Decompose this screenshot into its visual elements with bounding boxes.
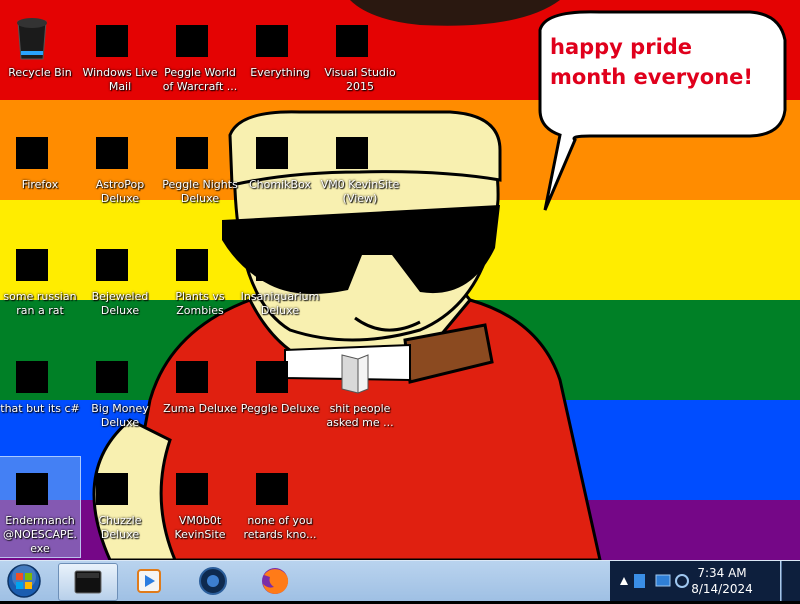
chuzzle-icon — [96, 473, 128, 505]
media-player-icon — [137, 569, 161, 593]
desktop-icon-vm0-kevinsite-view[interactable]: VM0 KevinSite (View) — [320, 121, 400, 221]
desktop-icon-label: Peggle World of Warcraft ... — [162, 66, 238, 93]
desktop-icon-label: that but its c# — [0, 402, 80, 415]
desktop-icon-label: none of you retards kno... — [243, 514, 317, 541]
desktop-icon-label: Everything — [250, 66, 310, 79]
tray-icons — [620, 574, 689, 588]
firefox-icon — [16, 137, 48, 169]
speech-bubble-text: happy pride month everyone! — [550, 35, 753, 89]
folder-icon — [16, 361, 48, 393]
clock-time: 7:34 AM — [697, 566, 747, 580]
desktop-icon-label: some russian ran a rat — [3, 290, 77, 317]
desktop-icon-everything[interactable]: Everything — [240, 9, 320, 109]
firefox-icon — [262, 568, 289, 594]
insaniquarium-icon — [256, 249, 288, 281]
desktop-icon-endermanch-noescape[interactable]: Endermanch @NOESCAPE. exe — [0, 456, 81, 558]
desktop-icon-bejeweled-deluxe[interactable]: Bejeweled Deluxe — [80, 233, 160, 333]
desktop-icon-chuzzle-deluxe[interactable]: Chuzzle Deluxe — [80, 457, 160, 557]
peggle-nights-icon — [176, 137, 208, 169]
desktop-icon-label: Peggle Nights Deluxe — [162, 178, 238, 205]
desktop-icon-peggle-deluxe[interactable]: Peggle Deluxe — [240, 345, 320, 445]
network-icon — [655, 574, 671, 587]
recycle-bin-icon — [17, 18, 47, 60]
system-clock[interactable]: 7:34 AM 8/14/2024 — [686, 565, 758, 597]
taskbar-button-firefox[interactable] — [246, 563, 304, 599]
desktop-icon-label: VM0 KevinSite (View) — [320, 178, 400, 205]
taskbar-button-app[interactable] — [184, 563, 242, 599]
desktop-icon-label: Plants vs Zombies — [175, 290, 225, 317]
desktop-icon-label: Visual Studio 2015 — [324, 66, 396, 93]
desktop-icon-label: Insaniquarium Deluxe — [240, 290, 320, 317]
desktop-icon-insaniquarium-deluxe[interactable]: Insaniquarium Deluxe — [240, 233, 320, 333]
desktop-icon-label: AstroPop Deluxe — [95, 178, 145, 205]
desktop-icon-label: Windows Live Mail — [82, 66, 158, 93]
peggle-deluxe-icon — [256, 361, 288, 393]
clock-date: 8/14/2024 — [691, 582, 753, 596]
desktop-icon-that-but-its-csharp[interactable]: that but its c# — [0, 345, 80, 445]
start-button[interactable] — [4, 563, 44, 599]
desktop-icon-label: shit people asked me ... — [326, 402, 394, 429]
executable-icon — [16, 473, 48, 505]
desktop-icon-windows-live-mail[interactable]: Windows Live Mail — [80, 9, 160, 109]
search-app-icon — [256, 25, 288, 57]
visual-studio-icon — [336, 25, 368, 57]
desktop-icon-big-money-deluxe[interactable]: Big Money Deluxe — [80, 345, 160, 445]
vm-icon — [176, 473, 208, 505]
desktop-icon-peggle-world-of-warcraft[interactable]: Peggle World of Warcraft ... — [160, 9, 240, 109]
vm-icon — [336, 137, 368, 169]
desktop-icon-vm0b0t-kevinsite[interactable]: VM0b0t KevinSite — [160, 457, 240, 557]
desktop-icon-astropop-deluxe[interactable]: AstroPop Deluxe — [80, 121, 160, 221]
mail-icon — [96, 25, 128, 57]
desktop-icon-label: Peggle Deluxe — [240, 402, 320, 415]
big-money-icon — [96, 361, 128, 393]
taskbar-button-terminal[interactable] — [58, 563, 118, 601]
bejeweled-icon — [96, 249, 128, 281]
desktop-icon-visual-studio-2015[interactable]: Visual Studio 2015 — [320, 9, 400, 109]
flag-icon — [634, 574, 645, 588]
show-desktop-button[interactable] — [781, 561, 800, 601]
desktop-icon-label: Zuma Deluxe — [163, 402, 237, 415]
desktop-icon-label: Chuzzle Deluxe — [98, 514, 142, 541]
desktop-icon-recycle-bin[interactable]: Recycle Bin — [0, 9, 80, 109]
desktop-icon-plants-vs-zombies[interactable]: Plants vs Zombies — [160, 233, 240, 333]
desktop-icon-label: ChomikBox — [249, 178, 311, 191]
desktop-icon-firefox[interactable]: Firefox — [0, 121, 80, 221]
desktop-icon-peggle-nights-deluxe[interactable]: Peggle Nights Deluxe — [160, 121, 240, 221]
taskbar: 7:34 AM 8/14/2024 — [0, 560, 800, 601]
desktop-icon-label: Firefox — [21, 178, 59, 191]
notification-area: 7:34 AM 8/14/2024 — [610, 561, 780, 601]
desktop-icon-label: Endermanch @NOESCAPE. exe — [2, 514, 78, 555]
windows-orb-icon — [7, 564, 41, 598]
plants-vs-zombies-icon — [176, 249, 208, 281]
app-icon — [256, 473, 288, 505]
desktop-icon-label: Big Money Deluxe — [91, 402, 149, 429]
desktop-icon-label: Recycle Bin — [8, 66, 72, 79]
desktop-icon-chomikbox[interactable]: ChomikBox — [240, 121, 320, 221]
desktop-icon-some-russian-ran-a-rat[interactable]: some russian ran a rat — [0, 233, 80, 333]
peggle-icon — [176, 25, 208, 57]
desktop-icon-label: Bejeweled Deluxe — [91, 290, 149, 317]
desktop-icon-none-of-you-retards-kno[interactable]: none of you retards kno... — [240, 457, 320, 557]
chomikbox-icon — [256, 137, 288, 169]
terminal-icon — [74, 570, 102, 594]
desktop-icon-label: VM0b0t KevinSite — [174, 514, 226, 541]
app-icon — [16, 249, 48, 281]
desktop-icon-shit-people-asked-me[interactable]: shit people asked me ... — [320, 345, 400, 445]
document-icon — [341, 354, 369, 394]
show-hidden-icons-icon — [620, 577, 628, 585]
astropop-icon — [96, 137, 128, 169]
zuma-icon — [176, 361, 208, 393]
taskbar-button-media-player[interactable] — [120, 563, 178, 599]
desktop-icon-zuma-deluxe[interactable]: Zuma Deluxe — [160, 345, 240, 445]
app-icon — [199, 567, 227, 595]
